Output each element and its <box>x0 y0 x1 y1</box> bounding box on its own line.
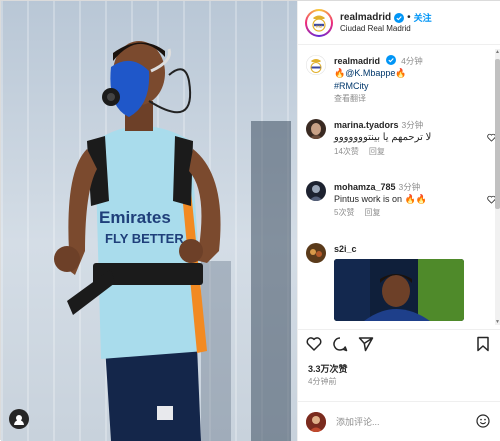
heart-icon[interactable] <box>306 336 322 352</box>
real-madrid-crest-icon <box>306 55 326 75</box>
comments-scrollbar[interactable]: ▲ ▼ <box>495 49 500 325</box>
avatar: RM <box>307 10 331 35</box>
caption-time: 4分钟 <box>401 56 423 66</box>
reply-button[interactable]: 回复 <box>364 208 380 217</box>
follow-button[interactable]: 关注 <box>414 13 432 23</box>
comment-username[interactable]: marina.tyadors <box>334 120 399 130</box>
comment-body: marina.tyadors 3分钟 لا ترحمهم يا بينتووووو… <box>334 119 431 158</box>
like-count[interactable]: 3.3万次赞 <box>308 362 348 375</box>
translate-link[interactable]: 查看翻译 <box>334 94 423 105</box>
comment-icon[interactable] <box>332 336 348 352</box>
comment-username[interactable]: s2i_c <box>334 244 357 254</box>
scrollbar-thumb[interactable] <box>495 59 500 209</box>
post-photo[interactable]: Emirates FLY BETTER <box>1 1 297 441</box>
real-madrid-crest-icon: RM <box>312 15 326 32</box>
comment-likes[interactable]: 14次赞 <box>334 147 359 156</box>
comment-media-image[interactable] <box>334 259 464 322</box>
verified-icon <box>394 12 405 23</box>
comment-time: 3分钟 <box>398 182 421 192</box>
svg-text:FLY BETTER: FLY BETTER <box>105 231 184 246</box>
comment-input[interactable] <box>336 416 456 427</box>
post-actions: 3.3万次赞 4分钟前 <box>298 329 500 405</box>
post-location[interactable]: Ciudad Real Madrid <box>340 24 432 33</box>
comment-item: marina.tyadors 3分钟 لا ترحمهم يا بينتووووو… <box>306 119 496 158</box>
comment-photo <box>334 259 464 322</box>
emoji-icon[interactable] <box>476 414 490 428</box>
user-photo-icon <box>306 243 326 263</box>
header-separator: • <box>407 12 411 24</box>
comment-item: s2i_c <box>306 243 494 322</box>
svg-text:Emirates: Emirates <box>99 208 171 227</box>
tagged-user-icon[interactable] <box>9 409 29 429</box>
header-text: realmadrid • 关注 Ciudad Real Madrid <box>340 12 432 33</box>
user-photo-icon <box>306 411 326 432</box>
svg-text:RM: RM <box>316 24 322 29</box>
commenter-avatar[interactable] <box>306 243 326 263</box>
fire-emoji: 🔥 <box>395 68 407 79</box>
add-comment-bar <box>298 401 500 441</box>
verified-icon <box>385 55 396 65</box>
comment-username[interactable]: mohamza_785 <box>334 182 396 192</box>
current-user-avatar <box>306 411 326 432</box>
post-header: RM realmadrid • 关注 Ciudad Real Madrid <box>298 1 500 45</box>
mention-link[interactable]: @K.Mbappe <box>345 68 395 78</box>
story-ring[interactable]: RM <box>305 8 333 37</box>
caption-text: realmadrid 4分钟 🔥@K.Mbappe🔥 #RMCity 查看翻译 <box>334 55 423 105</box>
save-icon[interactable] <box>476 336 490 352</box>
user-photo-icon <box>306 181 326 201</box>
hashtag-link[interactable]: #RMCity <box>334 80 423 92</box>
user-photo-icon <box>306 119 326 139</box>
comments-list[interactable]: realmadrid 4分钟 🔥@K.Mbappe🔥 #RMCity 查看翻译 <box>298 45 500 329</box>
caption-avatar[interactable] <box>306 55 326 75</box>
comment-likes[interactable]: 5次赞 <box>334 208 354 217</box>
scroll-down-arrow[interactable]: ▼ <box>495 319 500 325</box>
comment-text: Pintus work is on 🔥🔥 <box>334 194 427 205</box>
post-author-username[interactable]: realmadrid <box>340 12 391 24</box>
post-time: 4分钟前 <box>308 377 337 386</box>
post-dialog: Emirates FLY BETTER RM realmadrid • 关注 C… <box>0 0 500 441</box>
comment-item: mohamza_785 3分钟 Pintus work is on 🔥🔥 5次赞 回… <box>306 181 496 218</box>
caption-item: realmadrid 4分钟 🔥@K.Mbappe🔥 #RMCity 查看翻译 <box>306 55 494 105</box>
caption-username[interactable]: realmadrid <box>334 56 380 66</box>
comment-text: لا ترحمهم يا بينتووووووو <box>334 132 432 144</box>
comment-body: s2i_c <box>334 243 464 322</box>
comment-body: mohamza_785 3分钟 Pintus work is on 🔥🔥 5次赞 回… <box>334 181 427 218</box>
scroll-up-arrow[interactable]: ▲ <box>495 49 500 55</box>
share-icon[interactable] <box>358 336 374 352</box>
reply-button[interactable]: 回复 <box>369 147 385 156</box>
commenter-avatar[interactable] <box>306 181 326 201</box>
post-sidebar: RM realmadrid • 关注 Ciudad Real Madrid re… <box>297 1 500 441</box>
player-illustration: Emirates FLY BETTER <box>54 41 291 441</box>
commenter-avatar[interactable] <box>306 119 326 139</box>
comment-time: 3分钟 <box>401 120 424 130</box>
fire-emoji: 🔥 <box>334 68 346 79</box>
